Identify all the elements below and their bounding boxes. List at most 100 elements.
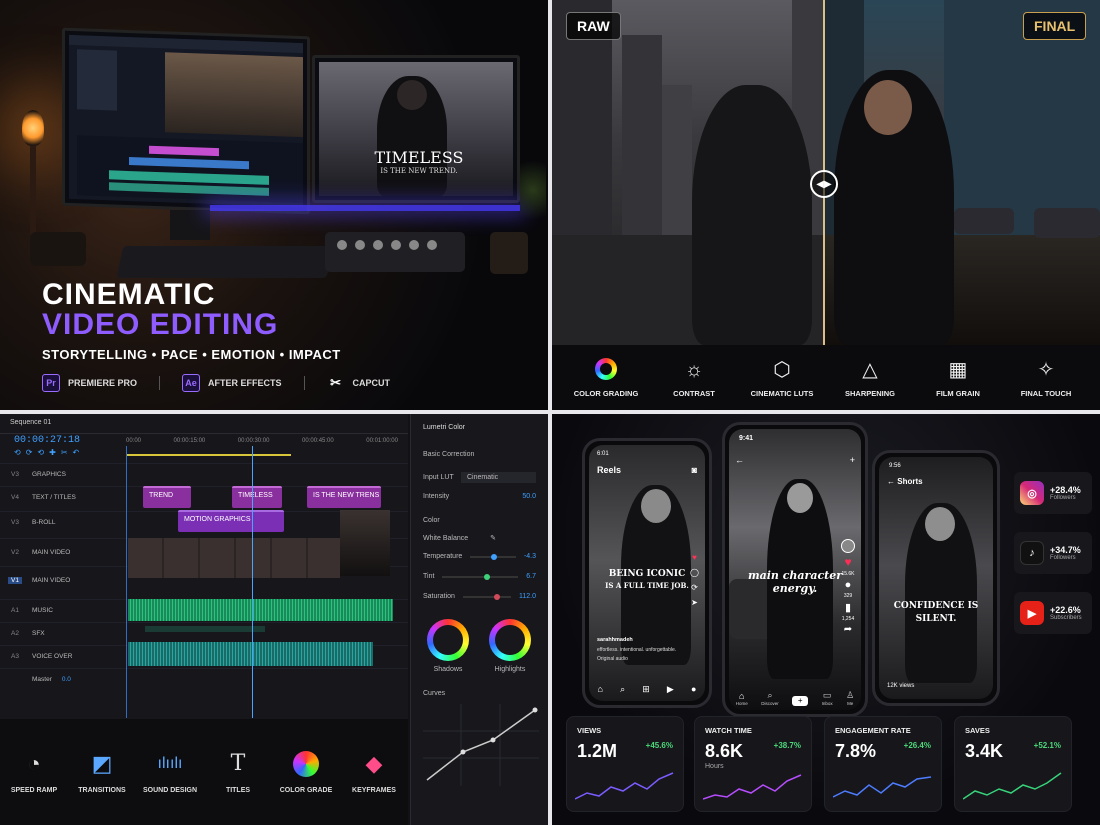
sun-icon: ☼ [684,358,704,381]
clip-trend[interactable]: TREND [143,486,191,508]
tool-label: KEYFRAMES [352,786,396,794]
sfx-clip[interactable] [145,626,265,632]
heart-icon[interactable]: ♥ [692,553,697,562]
timeline-tools[interactable]: ⟲⟳⟲✚✂↶ [14,448,84,457]
tool-sharpening[interactable]: △ SHARPENING [830,358,910,398]
clip-timeless[interactable]: TIMELESS [232,486,282,508]
repost-icon[interactable]: ⟳ [691,583,698,592]
monitor-subline: IS THE NEW TREND. [380,167,458,175]
tool-label: CONTRAST [673,388,715,398]
timecode[interactable]: 00:00:27:18 [14,435,80,446]
timeline-editor-panel: Sequence 01 00:00:27:18 ⟲⟳⟲✚✂↶ 00:00 00:0… [0,414,548,825]
horizontal-divider [0,410,1100,414]
tiktok-nav: ⌂ Home ⌕ Discover + ▭ Inbox ♙ Me [729,690,861,706]
speedometer-icon: ◔ [27,750,41,776]
main-video-clip[interactable] [128,538,340,578]
comment-icon[interactable]: ● [845,579,852,591]
instagram-growth: ◎ +28.4% Followers [1014,472,1092,514]
white-balance-row[interactable]: White Balance ✎ [423,534,536,543]
final-image [824,0,1100,345]
compare-slider-handle[interactable]: ◀▶ [810,170,838,198]
broll-clip[interactable] [340,510,390,576]
nav-inbox[interactable]: ▭ Inbox [822,690,833,706]
tool-label: FINAL TOUCH [1020,388,1072,398]
reel-actions: ♥ ◯ ⟳ ➤ [690,553,699,607]
tool-contrast[interactable]: ☼ CONTRAST [654,358,734,398]
clip-motion-graphics[interactable]: MOTION GRAPHICS [178,510,284,532]
track-master[interactable]: Master 0.0 [0,668,408,690]
grain-icon: ▦ [948,358,968,381]
raw-vs-final-panel: ◀▶ RAW FINAL COLOR GRADING ☼ CONTRAST ⬡ … [552,0,1100,410]
profile-icon[interactable]: ● [691,684,696,695]
reel-audio[interactable]: Original audio [597,656,628,662]
search-icon[interactable]: ⌕ [620,684,625,695]
tool-sound-design[interactable]: ılıılı SOUND DESIGN [137,751,203,794]
tool-color-grading[interactable]: COLOR GRADING [566,357,646,398]
heart-icon[interactable]: ♥ [844,555,851,569]
playhead[interactable] [252,446,253,718]
track-v3-graphics[interactable]: V3 GRAPHICS [0,463,408,485]
quote-line1: CONFIDENCE IS [893,601,979,611]
comment-icon[interactable]: ◯ [690,568,699,577]
preview-screen: TIMELESS IS THE NEW TREND. [319,62,513,196]
avatar[interactable] [841,539,855,553]
tool-film-grain[interactable]: ▦ FILM GRAIN [918,358,998,398]
home-icon[interactable]: ⌂ [598,684,603,695]
reels-icon[interactable]: ▶ [667,684,674,695]
eyedropper-icon[interactable]: ✎ [490,534,496,542]
voiceover-waveform[interactable] [128,642,373,666]
quote-line1: BEING ICONIC [608,569,686,579]
add-icon[interactable]: + [850,455,855,465]
section-color[interactable]: Color [423,517,536,524]
tool-titles[interactable]: T TITLES [205,751,271,794]
shadows-wheel[interactable] [427,619,469,661]
nav-me[interactable]: ♙ Me [846,690,854,706]
tool-keyframes[interactable]: ◆ KEYFRAMES [341,751,407,794]
sequence-tab[interactable]: Sequence 01 [0,414,408,434]
create-button[interactable]: + [792,696,809,706]
share-icon[interactable]: ➤ [691,598,698,607]
app-capcut: ✂ CAPCUT [327,374,390,392]
temperature-row[interactable]: Temperature -4.3 [423,553,536,560]
software-list: Pr PREMIERE PRO Ae AFTER EFFECTS ✂ CAPCU… [42,374,390,392]
highlights-wheel[interactable] [489,619,531,661]
engagement-sparkline [833,776,932,798]
section-curves[interactable]: Curves [423,690,536,697]
reels-nav: ⌂ ⌕ ⊞ ▶ ● [589,684,705,695]
timeline: Sequence 01 00:00:27:18 ⟲⟳⟲✚✂↶ 00:00 00:0… [0,414,408,719]
stat-card-engagement: ENGAGEMENT RATE 7.8% +26.4% [824,716,942,812]
tagline: STORYTELLING • PACE • EMOTION • IMPACT [42,347,341,362]
editing-software-screen [69,34,303,208]
add-icon[interactable]: ⊞ [642,684,650,695]
raw-image [552,0,824,345]
reel-username[interactable]: sarahhmadeh [597,637,633,643]
nav-discover[interactable]: ⌕ Discover [761,690,779,706]
camera-icon[interactable]: ◙ [692,465,697,475]
tool-final-touch[interactable]: ✧ FINAL TOUCH [1006,358,1086,398]
tool-color-grade[interactable]: COLOR GRADE [273,750,339,794]
intensity-row[interactable]: Intensity 50.0 [423,493,536,500]
nav-home[interactable]: ⌂ Home [736,691,748,706]
quote-line2: SILENT. [915,614,957,624]
saturation-row[interactable]: Saturation 112.0 [423,593,536,600]
tool-cinematic-luts[interactable]: ⬡ CINEMATIC LUTS [742,358,822,398]
clip-new-trend[interactable]: IS THE NEW TRENS [307,486,381,508]
headline-line1: CINEMATIC [42,278,216,311]
back-icon[interactable]: ← [735,455,744,465]
share-icon[interactable]: ➦ [844,624,852,635]
section-basic-correction[interactable]: Basic Correction [423,451,536,458]
keyboard [116,246,334,278]
reels-screen: 6:01 Reels ◙ BEING ICONIC IS A FULL TIME… [589,445,705,701]
bookmark-icon[interactable]: ▮ [845,601,851,614]
curves-graph[interactable] [423,704,539,786]
tiktok-growth: ♪ +34.7% Followers [1014,532,1092,574]
tint-row[interactable]: Tint 6.7 [423,573,536,580]
music-waveform[interactable] [128,599,393,621]
tool-speed-ramp[interactable]: ◔ SPEED RAMP [1,751,67,794]
app-label: PREMIERE PRO [68,378,138,388]
plant [520,150,546,230]
input-lut-select[interactable]: Cinematic [461,472,536,483]
time-ruler[interactable]: 00:00 00:00:15:00 00:00:30:00 00:00:45:00 00… [126,438,408,452]
status-time: 9:56 [889,463,901,469]
tool-transitions[interactable]: ◩ TRANSITIONS [69,751,135,794]
